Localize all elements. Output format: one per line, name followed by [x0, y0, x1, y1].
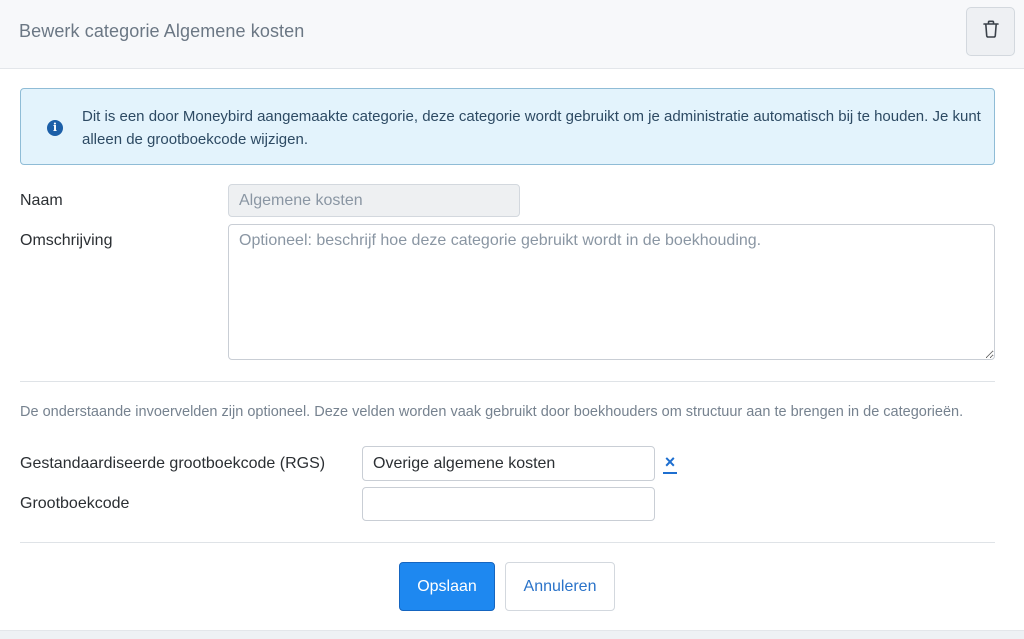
trash-icon [982, 20, 999, 43]
save-button[interactable]: Opslaan [399, 562, 495, 611]
clear-rgs-icon[interactable]: × [663, 452, 677, 474]
description-label: Omschrijving [20, 232, 113, 249]
info-icon: i [47, 120, 63, 136]
name-input[interactable] [228, 184, 520, 217]
page-title: Bewerk categorie Algemene kosten [19, 21, 305, 41]
panel-header: Bewerk categorie Algemene kosten [0, 0, 1024, 69]
bottom-strip [0, 630, 1024, 639]
info-message: Dit is een door Moneybird aangemaakte ca… [82, 108, 981, 148]
edit-category-panel: Bewerk categorie Algemene kosten i Dit i… [0, 0, 1024, 639]
divider [20, 381, 995, 382]
rgs-label: Gestandaardiseerde grootboekcode (RGS) [20, 455, 326, 472]
ledger-input[interactable] [362, 487, 655, 521]
ledger-label: Grootboekcode [20, 495, 130, 512]
info-alert: i Dit is een door Moneybird aangemaakte … [20, 88, 995, 165]
rgs-input[interactable] [362, 446, 655, 481]
description-textarea[interactable] [228, 224, 995, 360]
divider [20, 542, 995, 543]
cancel-button[interactable]: Annuleren [505, 562, 615, 611]
name-label: Naam [20, 192, 63, 209]
delete-button[interactable] [966, 7, 1015, 56]
optional-fields-hint: De onderstaande invoervelden zijn option… [20, 404, 964, 420]
